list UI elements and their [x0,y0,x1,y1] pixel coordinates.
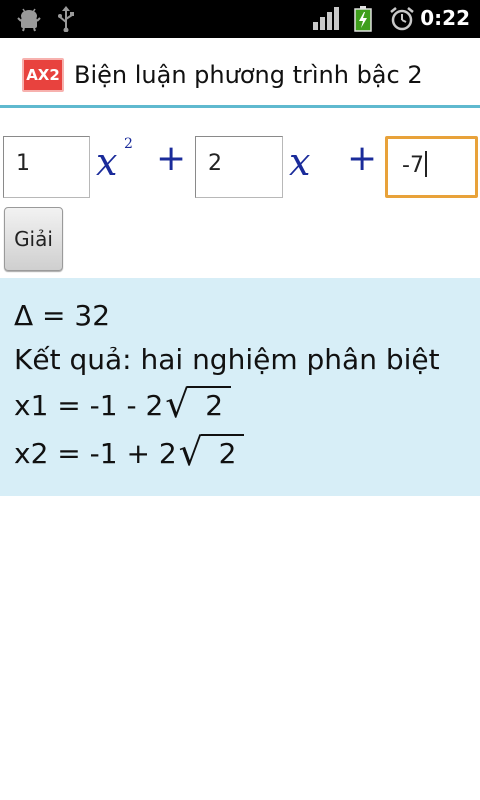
solve-button[interactable]: Giải [4,207,63,271]
root-x2-line: x2 = -1 + 2 √ 2 [14,430,245,474]
app-title: Biện luận phương trình bậc 2 [74,61,423,89]
conclusion-line: Kết quả: hai nghiệm phân biệt [14,343,440,376]
android-debug-icon [17,8,41,32]
root-x2-radicand: 2 [200,434,245,472]
signal-icon [313,7,339,30]
text-cursor [424,151,427,177]
coefficient-a-value: 1 [16,151,30,176]
root-x1-expression: x1 = -1 - 2 [14,389,164,422]
battery-charging-icon [354,6,372,32]
coefficient-b-value: 2 [208,151,222,176]
sqrt-icon: √ [165,382,190,426]
square-root-x2: √ 2 [179,430,245,474]
plus-sign-2: + [347,138,378,179]
sqrt-icon: √ [178,430,203,474]
root-x2-expression: x2 = -1 + 2 [14,437,177,470]
root-x1-line: x1 = -1 - 2 √ 2 [14,382,232,426]
coefficient-c-value: -7 [402,153,424,178]
result-panel: Δ = 32 Kết quả: hai nghiệm phân biệt x1 … [0,278,480,496]
x-squared-variable: x [96,140,118,184]
coefficient-a-input[interactable]: 1 [3,136,90,198]
coefficient-b-input[interactable]: 2 [195,136,283,198]
plus-sign-1: + [156,138,187,179]
x-variable: x [289,140,311,184]
square-root-x1: √ 2 [165,382,232,426]
coefficient-c-input[interactable]: -7 [385,136,478,198]
usb-icon [58,6,74,32]
status-clock: 0:22 [420,6,470,30]
status-bar: 0:22 [0,0,480,38]
alarm-icon [390,7,414,31]
root-x1-radicand: 2 [187,386,232,424]
exponent-label: 2 [124,136,133,152]
delta-line: Δ = 32 [14,299,111,332]
app-icon: AX2 [22,58,64,92]
